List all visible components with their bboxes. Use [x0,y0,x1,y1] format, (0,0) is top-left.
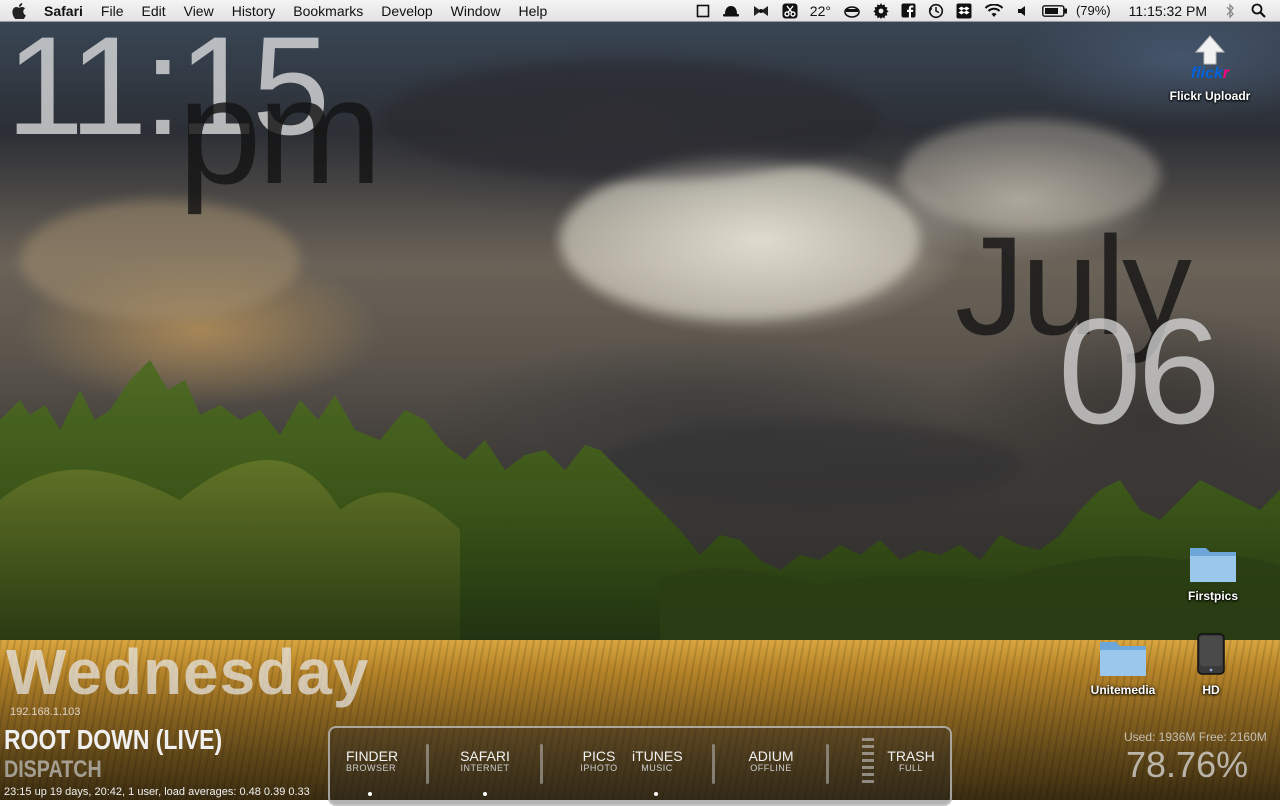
date-day-widget: 06 [1058,287,1221,455]
desktop-icon-firstpics[interactable]: Firstpics [1174,542,1252,603]
dock-item-sublabel: FULL [898,763,923,773]
facebook-icon[interactable] [901,0,916,22]
dock-item-trash[interactable]: TRASH FULL [886,748,936,773]
time-machine-icon[interactable] [928,0,944,22]
dock-separator [826,744,829,784]
dock-item-safari[interactable]: SAFARI INTERNET [458,748,512,773]
menu-bookmarks[interactable]: Bookmarks [284,0,372,22]
square-icon[interactable] [696,0,710,22]
dock-item-label: ADIUM [748,748,794,764]
dock-item-label: SAFARI [460,748,510,764]
tea-icon[interactable] [843,0,861,22]
desktop-icon-label: Unitemedia [1090,683,1156,697]
scissors-icon[interactable] [782,0,798,22]
trash-level-meter [862,738,874,783]
now-playing-artist: DISPATCH [4,756,102,783]
desktop-icon-label: HD [1202,683,1220,697]
folder-icon [1190,548,1236,582]
hat-icon[interactable] [722,0,740,22]
dock-running-indicator [654,792,658,796]
dock-item-label: iTUNES [632,748,683,764]
desktop-icon-label: Firstpics [1187,589,1238,603]
battery-icon[interactable] [1042,0,1068,22]
dock-separator [712,744,715,784]
bluetooth-icon[interactable] [1225,0,1235,22]
volume-icon[interactable] [1016,0,1030,22]
svg-text:flickr: flickr [1191,65,1230,82]
menu-edit[interactable]: Edit [132,0,174,22]
ip-address: 192.168.1.103 [10,706,81,718]
menu-app-safari[interactable]: Safari [38,0,92,22]
dock-item-sublabel: OFFLINE [750,763,792,773]
dock: FINDER BROWSER SAFARI INTERNET PICS IPHO… [328,726,952,806]
menu-file[interactable]: File [92,0,133,22]
weather-temperature[interactable]: 22° [810,0,831,22]
cloud [380,60,880,180]
gear-icon[interactable] [873,0,889,22]
memory-usage-line: Used: 1936M Free: 2160M [1124,730,1267,744]
desktop-icon-unitemedia[interactable]: Unitemedia [1084,636,1162,697]
cloud [20,200,300,320]
dock-item-label: TRASH [887,748,935,764]
desktop-icon-hd[interactable]: HD [1180,632,1242,697]
dock-running-indicator [368,792,372,796]
wifi-icon[interactable] [984,0,1004,22]
folder-icon [1100,642,1146,676]
menu-view[interactable]: View [175,0,223,22]
dock-separator [540,744,543,784]
battery-percent[interactable]: (79%) [1076,0,1111,22]
clock-ampm-widget: pm [178,47,382,215]
menu-help[interactable]: Help [509,0,556,22]
dock-item-label: PICS [582,748,616,764]
menubar-clock[interactable]: 11:15:32 PM [1129,0,1207,22]
dock-item-itunes[interactable]: iTUNES MUSIC [632,748,683,773]
menu-develop[interactable]: Develop [372,0,441,22]
dropbox-icon[interactable] [956,0,972,22]
dock-separator [426,744,429,784]
apple-icon[interactable] [0,0,38,22]
bow-icon[interactable] [752,0,770,22]
dock-item-sublabel: BROWSER [346,763,397,773]
desktop-icon-flickr-uploadr[interactable]: flickr Flickr Uploadr [1160,34,1260,103]
flickr-uploadr-icon: flickr [1191,35,1230,82]
dock-item-adium[interactable]: ADIUM OFFLINE [746,748,796,773]
hard-drive-icon [1197,633,1225,675]
spotlight-icon[interactable] [1251,0,1266,22]
cloud [560,160,920,320]
dock-item-sublabel: IPHOTO [580,763,618,773]
menu-bar: Safari File Edit View History Bookmarks … [0,0,1280,22]
now-playing-title: ROOT DOWN (LIVE) [4,724,223,755]
dock-item-finder[interactable]: FINDER BROWSER [346,748,399,773]
dock-item-pics[interactable]: PICS IPHOTO [580,748,618,773]
uptime-readout: 23:15 up 19 days, 20:42, 1 user, load av… [4,786,310,798]
dock-item-label: FINDER [346,748,399,764]
dock-running-indicator [483,792,487,796]
desktop-icon-label: Flickr Uploadr [1169,89,1251,103]
dock-item-sublabel: MUSIC [641,763,673,773]
menu-window[interactable]: Window [442,0,510,22]
weekday-widget: Wednesday [6,636,370,708]
menu-history[interactable]: History [223,0,285,22]
memory-percent: 78.76% [1126,744,1249,785]
dock-item-sublabel: INTERNET [460,763,510,773]
